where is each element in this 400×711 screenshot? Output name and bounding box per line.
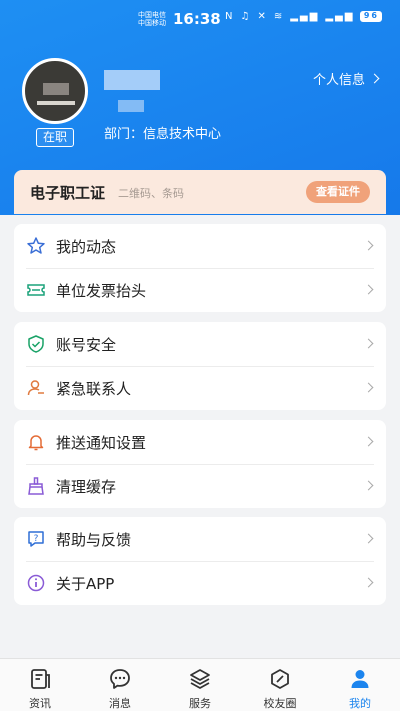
status-bar: 中国电信 中国移动 16:38 N ♫ ✕ ≋ ▂▄▆ ▂▄▆ 96	[0, 8, 400, 30]
tab-news[interactable]: 资讯	[0, 659, 80, 711]
tab-label: 校友圈	[263, 697, 297, 710]
tab-label: 消息	[109, 697, 131, 710]
menu-group-settings: 推送通知设置 清理缓存	[14, 420, 386, 508]
chevron-right-icon	[363, 284, 374, 295]
electronic-staff-card[interactable]: 电子职工证 二维码、条码 查看证件	[14, 170, 386, 214]
view-card-button[interactable]: 查看证件	[306, 181, 370, 203]
menu-group-help: ? 帮助与反馈 关于APP	[14, 517, 386, 605]
chevron-right-icon	[363, 480, 374, 491]
menu-item-my-activity[interactable]: 我的动态	[14, 224, 386, 268]
ticket-icon	[27, 284, 45, 296]
message-icon	[110, 669, 130, 689]
chevron-right-icon	[363, 577, 374, 588]
chevron-right-icon	[363, 436, 374, 447]
bottom-nav: 资讯 消息 服务 校友圈 我的	[0, 658, 400, 711]
menu-item-help-feedback[interactable]: ? 帮助与反馈	[14, 517, 386, 561]
menu-item-clear-cache[interactable]: 清理缓存	[14, 464, 386, 508]
battery-icon: 96	[360, 11, 383, 22]
signal-icon: ▂▄▆	[290, 11, 320, 22]
chevron-right-icon	[369, 73, 380, 84]
tab-label: 资讯	[29, 697, 51, 710]
employment-status-badge: 在职	[36, 128, 74, 147]
menu-item-label: 账号安全	[56, 335, 117, 354]
ecard-title: 电子职工证	[30, 184, 106, 202]
chevron-right-icon	[363, 382, 374, 393]
menu-item-about-app[interactable]: 关于APP	[14, 561, 386, 605]
clock: 16:38	[173, 10, 221, 28]
menu-item-account-security[interactable]: 账号安全	[14, 322, 386, 366]
layers-icon	[190, 669, 210, 689]
silent-icon: ✕	[257, 11, 268, 22]
tab-messages[interactable]: 消息	[80, 659, 160, 711]
menu-item-label: 我的动态	[56, 237, 117, 256]
status-icons: N ♫ ✕ ≋ ▂▄▆ ▂▄▆ 96	[225, 11, 383, 22]
carrier-2: 中国移动	[138, 19, 166, 27]
svg-text:?: ?	[34, 534, 39, 544]
carrier-labels: 中国电信 中国移动	[138, 11, 166, 27]
menu-item-emergency-contact[interactable]: 紧急联系人	[14, 366, 386, 410]
nfc-icon: N	[225, 11, 235, 22]
bell-icon	[28, 435, 44, 451]
chevron-right-icon	[363, 240, 374, 251]
tab-alumni[interactable]: 校友圈	[240, 659, 320, 711]
menu-item-label: 紧急联系人	[56, 379, 132, 398]
chevron-right-icon	[363, 533, 374, 544]
menu-item-invoice-title[interactable]: 单位发票抬头	[14, 268, 386, 312]
person-icon	[351, 670, 369, 688]
menu-item-push-settings[interactable]: 推送通知设置	[14, 420, 386, 464]
chevron-right-icon	[363, 338, 374, 349]
tab-services[interactable]: 服务	[160, 659, 240, 711]
menu-item-label: 关于APP	[56, 574, 115, 593]
circle-icon	[271, 669, 289, 689]
broom-icon	[28, 477, 44, 495]
wifi-icon: ≋	[273, 11, 285, 22]
shield-check-icon	[28, 335, 44, 353]
signal-2-icon: ▂▄▆	[325, 11, 355, 22]
personal-info-label: 个人信息	[312, 73, 365, 88]
carrier-1: 中国电信	[138, 11, 166, 19]
news-icon	[31, 669, 50, 689]
personal-info-link[interactable]: 个人信息	[312, 69, 380, 88]
menu-group-account: 账号安全 紧急联系人	[14, 322, 386, 410]
menu-item-label: 推送通知设置	[56, 433, 147, 452]
star-icon	[27, 237, 45, 254]
menu-item-label: 帮助与反馈	[56, 530, 132, 549]
tab-label: 我的	[349, 697, 371, 710]
menu-item-label: 清理缓存	[56, 477, 117, 496]
menu-group-activity: 我的动态 单位发票抬头	[14, 224, 386, 312]
user-id-redacted	[118, 100, 144, 112]
department-label: 部门：信息技术中心	[104, 127, 222, 142]
tab-mine[interactable]: 我的	[320, 659, 400, 711]
help-chat-icon: ?	[28, 531, 44, 547]
menu-item-label: 单位发票抬头	[56, 281, 147, 300]
contact-person-icon	[27, 380, 44, 396]
headphones-icon: ♫	[240, 11, 252, 22]
tab-label: 服务	[189, 697, 211, 710]
user-name-redacted	[104, 70, 160, 90]
avatar[interactable]	[22, 58, 88, 124]
ecard-subtitle: 二维码、条码	[118, 187, 184, 200]
info-icon	[27, 574, 45, 592]
